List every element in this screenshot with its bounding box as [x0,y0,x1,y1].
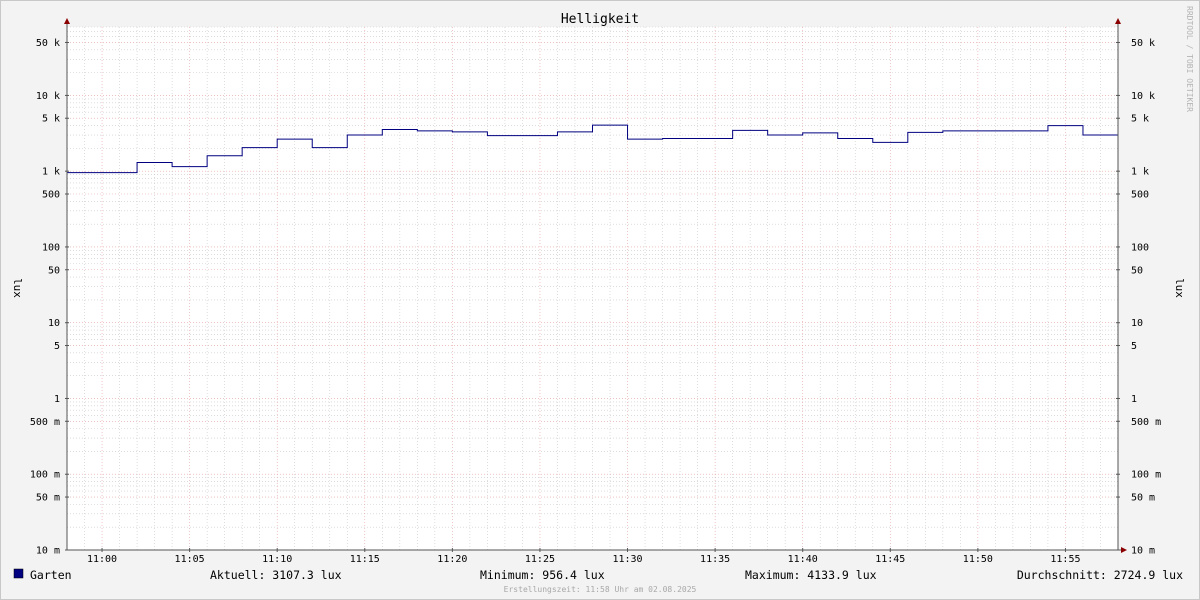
x-tick-label: 11:25 [525,554,555,565]
legend-minimum: Minimum: 956.4 lux [480,568,605,582]
x-tick-label: 11:20 [437,554,467,565]
x-tick-label: 11:40 [788,554,818,565]
y-axis-arrow-left-icon [64,18,70,24]
y-tick-label-right: 1 k [1131,167,1149,178]
y-tick-label-left: 1 k [42,167,60,178]
y-tick-label-right: 10 k [1131,91,1155,102]
chart-title: Helligkeit [561,12,639,27]
y-tick-label-left: 50 k [36,38,60,49]
legend-swatch [13,568,24,579]
grid [66,26,1119,551]
x-tick-label: 11:00 [87,554,117,565]
x-tick-labels: 11:00 11:05 11:10 11:15 11:20 11:25 11:30 11:35… [87,548,1081,565]
y-tick-label-right: 50 [1131,265,1143,276]
x-tick-label: 11:45 [875,554,905,565]
y-tick-label-right: 500 [1131,189,1149,200]
y-tick-label-left: 50 m [36,493,60,504]
legend-durchschnitt: Durchschnitt: 2724.9 lux [1017,568,1183,582]
y-tick-label-left: 500 m [30,417,60,428]
y-tick-label-right: 100 [1131,242,1149,253]
y-tick-label-left: 5 [54,341,60,352]
y-tick-label-left: 50 [48,265,60,276]
watermark: RRDTOOL / TOBI OETIKER [1185,6,1194,112]
x-tick-label: 11:50 [963,554,993,565]
y-tick-label-left: 10 m [36,546,60,557]
y-axis-arrow-right-icon [1115,18,1121,24]
x-tick-label: 11:30 [612,554,642,565]
y-axis-label-left: lux [11,278,24,298]
x-tick-label: 11:35 [700,554,730,565]
y-tick-label-right: 100 m [1131,470,1161,481]
y-tick-label-right: 5 k [1131,114,1149,125]
x-tick-label: 11:10 [262,554,292,565]
footer-timestamp: Erstellungszeit: 11:58 Uhr am 02.08.2025 [504,585,697,594]
y-tick-label-right: 10 m [1131,546,1155,557]
y-tick-label-left: 10 [48,318,60,329]
y-tick-label-right: 5 [1131,341,1137,352]
y-tick-label-left: 5 k [42,114,60,125]
y-tick-label-right: 500 m [1131,417,1161,428]
x-axis-arrow-icon [1121,547,1127,553]
legend-aktuell: Aktuell: 3107.3 lux [210,568,342,582]
x-tick-label: 11:55 [1050,554,1080,565]
y-tick-label-left: 100 m [30,470,60,481]
y-tick-label-right: 10 [1131,318,1143,329]
legend-series-label: Garten [30,568,72,582]
y-tick-label-left: 100 [42,242,60,253]
y-tick-label-left: 10 k [36,91,60,102]
y-axis-label-right: lux [1173,278,1186,298]
y-tick-label-left: 1 [54,394,60,405]
y-tick-label-left: 500 [42,189,60,200]
y-tick-label-right: 1 [1131,394,1137,405]
x-tick-label: 11:15 [350,554,380,565]
chart: 50 k 50 k 10 k 10 k 5 k 5 k 1 k 1 k 500 500 100 100… [11,6,1194,594]
y-tick-label-right: 50 k [1131,38,1155,49]
legend-maximum: Maximum: 4133.9 lux [745,568,877,582]
x-tick-label: 11:05 [175,554,205,565]
y-tick-label-right: 50 m [1131,493,1155,504]
